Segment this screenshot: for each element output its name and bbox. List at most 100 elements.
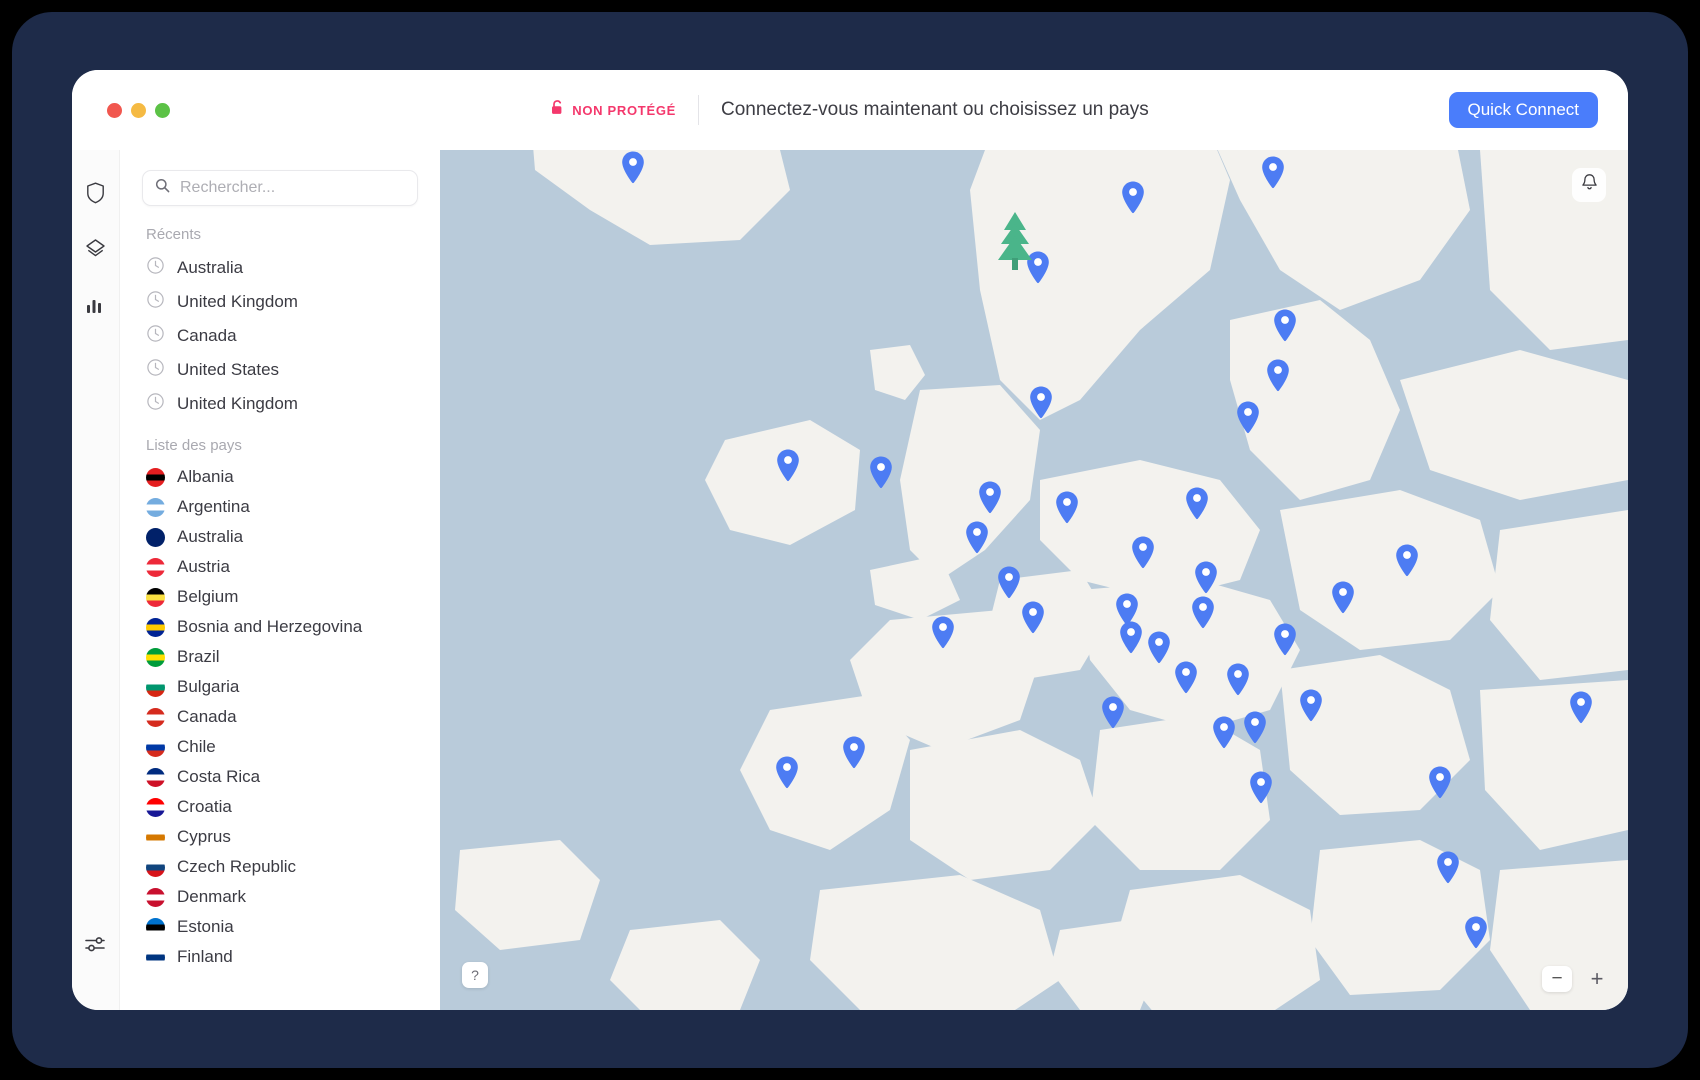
clock-icon: [146, 256, 165, 280]
map-pin[interactable]: [1193, 560, 1219, 594]
map-pin[interactable]: [1242, 710, 1268, 744]
map-pin[interactable]: [775, 448, 801, 482]
map-pin[interactable]: [964, 520, 990, 554]
map-pin[interactable]: [1260, 155, 1286, 189]
help-button[interactable]: ?: [462, 962, 488, 988]
clock-icon: [146, 358, 165, 382]
country-item[interactable]: Argentina: [120, 492, 440, 522]
recent-item[interactable]: Canada: [120, 319, 440, 353]
map-pin[interactable]: [774, 755, 800, 789]
flag-icon: [146, 947, 165, 967]
zoom-controls: − +: [1542, 966, 1608, 992]
country-item[interactable]: Croatia: [120, 792, 440, 822]
countries-label: Liste des pays: [146, 437, 242, 454]
map-pin[interactable]: [1568, 690, 1594, 724]
country-item[interactable]: Chile: [120, 732, 440, 762]
map-pin[interactable]: [1173, 660, 1199, 694]
country-item[interactable]: Cyprus: [120, 822, 440, 852]
recent-item[interactable]: United States: [120, 353, 440, 387]
map-pin[interactable]: [1211, 715, 1237, 749]
layers-icon: [85, 238, 106, 265]
country-item[interactable]: Austria: [120, 552, 440, 582]
country-item-label: Czech Republic: [177, 857, 297, 876]
unlock-icon: [551, 100, 564, 120]
country-item-label: Costa Rica: [177, 767, 261, 786]
country-item-label: Croatia: [177, 797, 232, 816]
country-item[interactable]: Bulgaria: [120, 672, 440, 702]
flag-icon: [146, 797, 165, 817]
map-pin[interactable]: [1265, 358, 1291, 392]
country-item[interactable]: Denmark: [120, 882, 440, 912]
country-item[interactable]: Brazil: [120, 642, 440, 672]
map-pin[interactable]: [1118, 620, 1144, 654]
country-item[interactable]: Finland: [120, 942, 440, 972]
map-pin[interactable]: [868, 455, 894, 489]
map-pin[interactable]: [1054, 490, 1080, 524]
map-pin[interactable]: [1184, 486, 1210, 520]
zoom-in-button[interactable]: +: [1586, 966, 1608, 992]
map-pin[interactable]: [1130, 535, 1156, 569]
sidebar-item-statistics[interactable]: [77, 288, 115, 326]
country-item[interactable]: Belgium: [120, 582, 440, 612]
country-item[interactable]: Costa Rica: [120, 762, 440, 792]
flag-icon: [146, 707, 165, 727]
recent-item[interactable]: United Kingdom: [120, 387, 440, 421]
map-pin[interactable]: [1272, 308, 1298, 342]
country-item[interactable]: Czech Republic: [120, 852, 440, 882]
map-pin[interactable]: [930, 615, 956, 649]
map-canvas[interactable]: ? − +: [440, 150, 1628, 1010]
map-pin[interactable]: [996, 565, 1022, 599]
sliders-icon: [85, 935, 106, 959]
map-pin[interactable]: [1146, 630, 1172, 664]
country-item-label: Cyprus: [177, 827, 231, 846]
map-pin[interactable]: [1248, 770, 1274, 804]
country-sidebar[interactable]: Récents Australia United Kingdom Canada Uni…: [120, 150, 440, 1010]
maximize-button[interactable]: [155, 102, 170, 118]
country-item[interactable]: Canada: [120, 702, 440, 732]
search-input[interactable]: [180, 179, 405, 197]
map-pin[interactable]: [1394, 543, 1420, 577]
close-button[interactable]: [107, 102, 122, 118]
map-pin[interactable]: [1190, 595, 1216, 629]
recent-item-label: Australia: [177, 258, 244, 277]
map-pin[interactable]: [1028, 385, 1054, 419]
countries-list: Albania Argentina Australia Austria Belgium B…: [120, 462, 440, 972]
country-item[interactable]: Australia: [120, 522, 440, 552]
map-pin[interactable]: [1020, 600, 1046, 634]
flag-icon: [146, 497, 165, 517]
map-pin[interactable]: [1120, 180, 1146, 214]
sidebar-item-meshnet[interactable]: [77, 232, 115, 270]
map-pin[interactable]: [1225, 662, 1251, 696]
map-pin[interactable]: [1100, 695, 1126, 729]
map-pin[interactable]: [1235, 400, 1261, 434]
country-item[interactable]: Estonia: [120, 912, 440, 942]
recent-item-label: Canada: [177, 326, 237, 345]
map-pin[interactable]: [1272, 622, 1298, 656]
pine-tree-icon: [995, 210, 1035, 277]
search-box[interactable]: [142, 170, 418, 206]
map-pin[interactable]: [620, 150, 646, 184]
map-pin[interactable]: [1298, 688, 1324, 722]
quick-connect-button[interactable]: Quick Connect: [1448, 92, 1598, 128]
map-pin[interactable]: [977, 480, 1003, 514]
recent-item[interactable]: Australia: [120, 251, 440, 285]
country-item-label: Belgium: [177, 587, 239, 606]
map-pin[interactable]: [1427, 765, 1453, 799]
minimize-button[interactable]: [131, 102, 146, 118]
recent-item[interactable]: United Kingdom: [120, 285, 440, 319]
zoom-out-button[interactable]: −: [1542, 966, 1572, 992]
rail-bottom: [72, 928, 119, 984]
map-pin[interactable]: [1463, 915, 1489, 949]
country-item[interactable]: Bosnia and Herzegovina: [120, 612, 440, 642]
country-item[interactable]: Albania: [120, 462, 440, 492]
map-pin[interactable]: [1330, 580, 1356, 614]
status-divider: [698, 95, 699, 125]
notifications-button[interactable]: [1572, 168, 1606, 202]
flag-icon: [146, 917, 165, 937]
map-pin[interactable]: [841, 735, 867, 769]
bell-icon: [1581, 173, 1598, 197]
map-pin[interactable]: [1435, 850, 1461, 884]
sidebar-item-vpn[interactable]: [77, 176, 115, 214]
sidebar-item-settings[interactable]: [77, 928, 115, 966]
flag-icon: [146, 887, 165, 907]
